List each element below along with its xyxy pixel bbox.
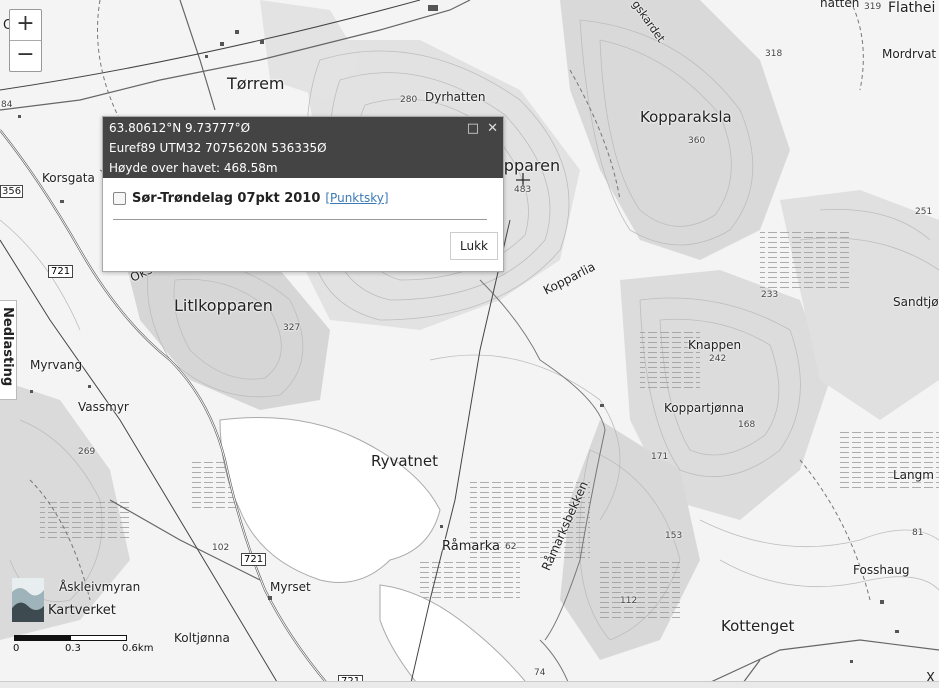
zoom-in-button[interactable]: + [10,10,41,40]
maximize-icon[interactable]: □ [467,119,479,139]
height-label-233: 233 [761,290,779,300]
height-label-74: 74 [534,668,546,678]
height-label-171: 171 [651,452,669,462]
kartverket-logo[interactable] [12,578,44,622]
close-button[interactable]: Lukk [450,232,498,260]
popup-coordinates-wgs84: 63.80612°N 9.73777°Ø [109,121,251,135]
scale-bar: 0 0.3 0.6km [13,635,153,659]
height-label-84: 84 [1,100,13,110]
zoom-out-button[interactable]: − [10,40,41,71]
place-label-raamarka: Råmarka [442,539,500,554]
road-number-721: 721 [48,265,74,278]
download-tab-label: Nedlasting [0,307,15,387]
height-label-269: 269 [78,447,96,457]
road-number-721: 721 [241,553,267,566]
place-label-flathei: Flathei [888,0,936,16]
scale-tick-mid: 0.3 [65,643,81,654]
kartverket-logo-text: Kartverket [48,603,116,618]
place-label-korsgata: Korsgata [42,171,95,185]
place-label-dyrhatten: Dyrhatten [425,90,486,104]
popup-coordinates-utm: Euref89 UTM32 7075620N 536335Ø [109,141,327,155]
road-number-356: 356 [0,185,24,198]
height-label-62: 62 [505,542,517,552]
place-label-mordrvat: Mordrvat [882,47,937,61]
location-info-popup: 63.80612°N 9.73777°Ø Euref89 UTM32 70756… [102,116,504,272]
place-label-askleivmyran: Åskleivmyran [59,580,141,594]
height-label-81: 81 [912,528,924,538]
place-label-vassmyr: Vassmyr [78,400,129,414]
height-label-dyrhatten: 280 [400,95,418,105]
place-label-litlkopparen: Litlkopparen [174,296,273,315]
height-label-kopparen: 483 [514,185,532,195]
point-cloud-link[interactable]: [Punktsky] [325,191,388,205]
download-tab[interactable]: Nedlasting [0,300,17,400]
place-label-koltjonna: Koltjønna [174,631,230,645]
place-label-koppartjonna: Koppartjønna [664,401,745,415]
place-label-knappen: Knappen [688,338,742,352]
close-icon[interactable]: ✕ [487,119,498,139]
scale-tick-end: 0.6km [122,643,154,654]
height-label-112: 112 [620,596,638,606]
height-label-litlkopparen: 327 [283,323,301,333]
scale-tick-0: 0 [13,643,20,654]
height-label-168: 168 [738,420,756,430]
height-label-knappen: 242 [709,354,727,364]
height-label-102: 102 [212,543,230,553]
place-label-sandtj: Sandtjø [893,295,939,309]
layer-checkbox[interactable] [113,191,126,205]
scale-segment [70,635,127,641]
height-label-kopparaksla: 360 [688,136,706,146]
popup-elevation: Høyde over havet: 468.58m [109,161,278,175]
scale-segment [14,635,71,641]
layer-name: Sør-Trøndelag 07pkt 2010 [132,190,321,206]
lake-label-ryvatnet: Ryvatnet [371,452,439,470]
popup-header: 63.80612°N 9.73777°Ø Euref89 UTM32 70756… [103,117,503,178]
place-label-langm: Langm [893,468,934,482]
height-label-251: 251 [915,207,933,217]
place-label-torrem: Tørrem [227,74,285,93]
place-label-kopparaksla: Kopparaksla [640,108,732,126]
popup-divider [113,219,487,220]
height-label-319: 319 [864,2,882,12]
popup-body: Sør-Trøndelag 07pkt 2010 [Punktsky] [103,178,503,228]
place-label-hatten: hatten [820,0,860,10]
height-label-318: 318 [765,49,783,59]
place-label-myrvang: Myrvang [30,358,83,372]
zoom-control: + − [9,9,42,72]
height-label-153: 153 [665,531,683,541]
place-label-myrset: Myrset [270,580,311,594]
layer-row: Sør-Trøndelag 07pkt 2010 [Punktsky] [113,186,493,210]
place-label-fosshaug: Fosshaug [853,563,910,577]
place-label-kottenget: Kottenget [721,617,795,635]
